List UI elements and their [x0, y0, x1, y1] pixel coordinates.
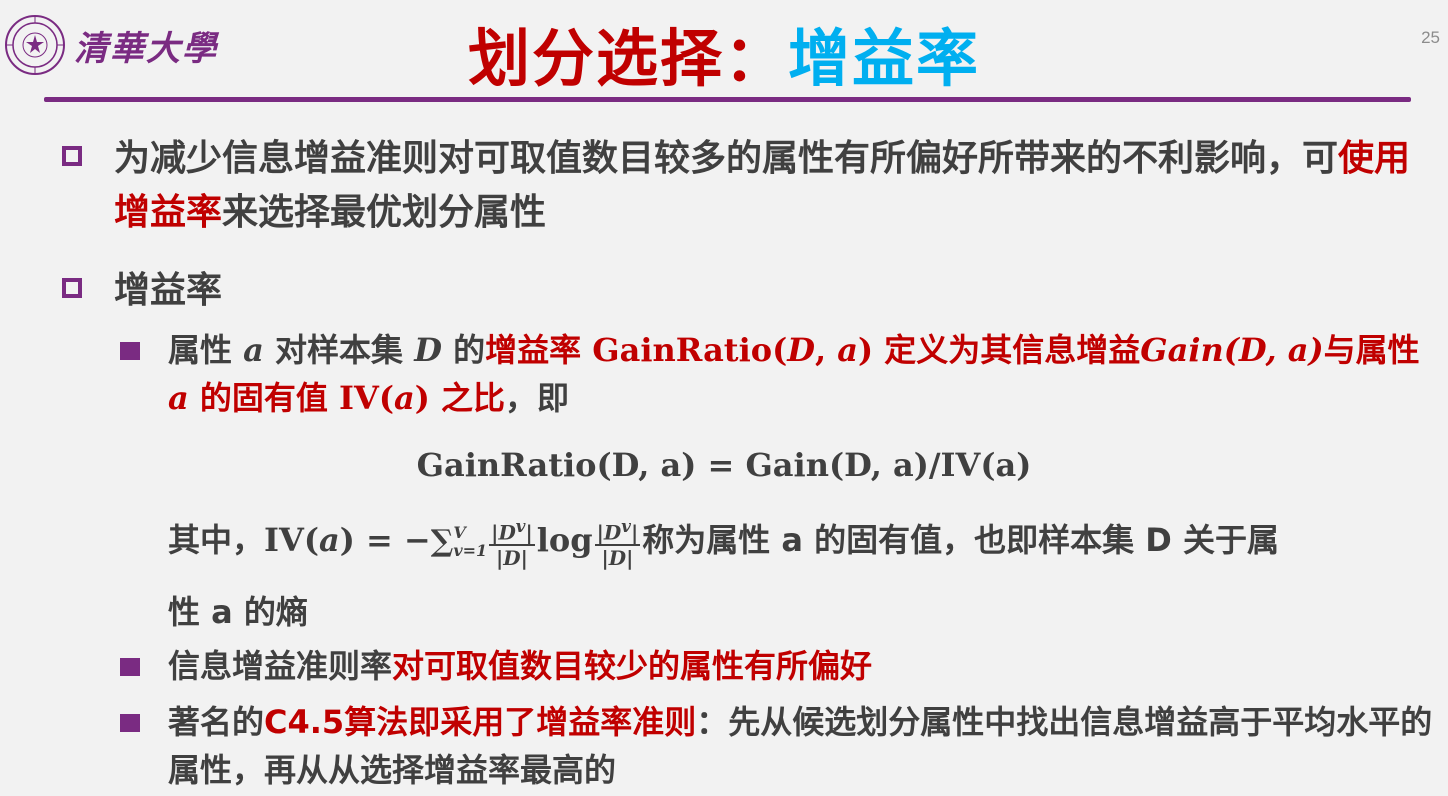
- title-divider: [44, 97, 1411, 102]
- var-a: a: [168, 379, 189, 417]
- page-number: 25: [1421, 28, 1440, 47]
- def-text: ，即: [505, 379, 570, 417]
- def-text: 属性: [168, 331, 244, 369]
- iv-fn: IV(: [339, 379, 394, 417]
- def-highlight: 之比: [429, 379, 505, 417]
- frac-den: |D|: [601, 546, 634, 571]
- var-D: D: [414, 331, 442, 369]
- gainratio-fn: GainRatio(: [592, 331, 788, 369]
- frac-num: |D: [491, 520, 516, 545]
- filled-square-bullet-icon: [120, 714, 140, 732]
- def-text: 的: [441, 331, 486, 369]
- iv-fn: IV(: [264, 521, 319, 559]
- bullet-gain-ratio: 增益率: [62, 264, 1426, 318]
- frac-num: |D: [596, 520, 622, 545]
- iv-description-cont: 性 a 的熵: [168, 593, 308, 631]
- subbullet-preference: 信息增益准则率对可取值数目较少的属性有所偏好: [120, 642, 1434, 690]
- def-highlight: 定义为其信息增益: [873, 331, 1141, 369]
- iv-description: 称为属性 a 的固有值，也即样本集 D 关于属: [642, 521, 1279, 559]
- var-a: a: [393, 379, 415, 417]
- def-highlight: 的固有值: [188, 379, 340, 417]
- hollow-square-bullet-icon: [62, 278, 82, 298]
- iv-equals: ) = −: [339, 521, 431, 559]
- c45-text: 著名的: [168, 703, 265, 741]
- bullet-gain-bias: 为减少信息增益准则对可取值数目较多的属性有所偏好所带来的不利影响，可使用增益率来…: [62, 132, 1426, 240]
- hollow-square-bullet-icon: [62, 146, 82, 166]
- filled-square-bullet-icon: [120, 342, 140, 360]
- slide-title: 划分选择：增益率: [0, 8, 1448, 98]
- frac-sup: v: [621, 515, 631, 536]
- def-highlight: 增益率: [485, 331, 593, 369]
- fraction-ratio: |Dv| |D|: [489, 514, 535, 571]
- filled-square-bullet-icon: [120, 658, 140, 676]
- sum-limits: Vv=1: [453, 524, 487, 560]
- def-highlight: 与属性: [1323, 331, 1420, 369]
- intrinsic-value-line: 其中，IV(a) = −∑ Vv=1 |Dv| |D| log |Dv| |D| 称为属性 a…: [168, 510, 1438, 572]
- var-a: a: [837, 331, 858, 369]
- gain-fn: Gain(D, a): [1140, 331, 1324, 369]
- subbullet-c45: 著名的C4.5算法即采用了增益率准则：先从候选划分属性中找出信息增益高于平均水平…: [120, 698, 1434, 794]
- frac-den: |D|: [496, 546, 528, 571]
- sum-upper: V: [453, 523, 466, 542]
- gain-ratio-formula: GainRatio(D, a) = Gain(D, a)/IV(a): [416, 446, 1032, 484]
- var-a: a: [318, 521, 340, 559]
- sum-symbol: ∑: [430, 524, 454, 559]
- math-paren: ): [414, 379, 430, 417]
- pref-text: 信息增益准则率: [168, 647, 393, 685]
- math-paren: ): [857, 331, 874, 369]
- frac-num-close: |: [630, 520, 639, 545]
- var-D: D: [787, 331, 815, 369]
- fraction-ratio: |Dv| |D|: [594, 514, 641, 571]
- bullet-text: 为减少信息增益准则对可取值数目较多的属性有所偏好所带来的不利影响，可: [114, 138, 1339, 179]
- sum-lower: v=1: [453, 541, 488, 560]
- bullet-text: 增益率: [114, 270, 223, 311]
- frac-num-close: |: [525, 520, 533, 545]
- bullet-text-tail: 来选择最优划分属性: [222, 192, 547, 233]
- math-comma: ,: [814, 331, 838, 369]
- subbullet-definition: 属性 a 对样本集 D 的增益率 GainRatio(D, a) 定义为其信息增…: [120, 326, 1434, 422]
- c45-highlight: C4.5算法即采用了增益率准则: [264, 703, 697, 741]
- pref-highlight: 对可取值数目较少的属性有所偏好: [392, 647, 873, 685]
- slide-title-part1: 划分选择：: [467, 22, 788, 95]
- iv-prefix: 其中，: [168, 521, 265, 559]
- var-a: a: [243, 331, 264, 369]
- def-text: 对样本集: [263, 331, 415, 369]
- log-fn: log: [536, 521, 593, 559]
- slide-title-part2: 增益率: [788, 22, 981, 95]
